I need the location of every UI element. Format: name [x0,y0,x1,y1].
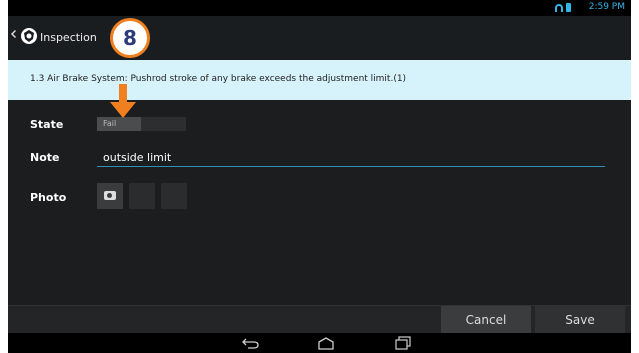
nav-back-icon[interactable] [242,337,260,349]
note-input[interactable] [97,147,605,167]
inspection-item-banner: 1.3 Air Brake System: Pushrod stroke of … [8,60,631,100]
cancel-button[interactable]: Cancel [441,306,531,334]
status-icons [555,3,571,12]
down-arrow-icon [110,84,136,118]
device-screen: 2:59 PM Inspection 1.3 Air Brake System:… [8,0,631,353]
nav-recent-icon[interactable] [394,336,412,350]
note-label: Note [30,151,60,164]
state-label: State [30,118,64,131]
callout-badge: 8 [110,18,150,58]
camera-icon [104,191,116,200]
status-time: 2:59 PM [588,2,625,12]
inspection-item-text: 1.3 Air Brake System: Pushrod stroke of … [30,74,407,84]
navigation-bar [8,333,631,353]
status-bar: 2:59 PM [8,0,631,16]
inspection-form: State Fail Note Photo [8,100,631,305]
battery-icon [566,3,571,12]
nav-home-icon[interactable] [316,336,336,350]
page-title: Inspection [40,31,97,44]
wifi-icon [555,3,563,12]
app-logo-icon[interactable] [20,27,38,45]
chevron-left-icon[interactable] [11,30,19,38]
button-bar: Cancel Save [8,305,631,334]
action-bar: Inspection [8,16,631,60]
photo-label: Photo [30,191,67,204]
photo-slot-1[interactable] [129,183,155,209]
save-button[interactable]: Save [535,306,625,334]
photo-slot-2[interactable] [161,183,187,209]
camera-button[interactable] [97,183,123,209]
